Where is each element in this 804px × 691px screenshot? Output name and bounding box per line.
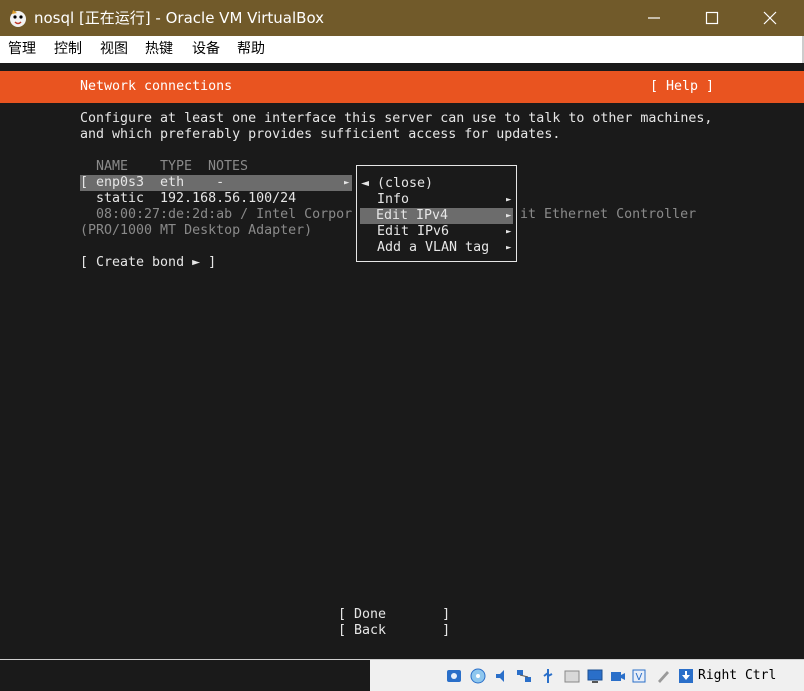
column-header-name: NAME xyxy=(96,159,129,174)
virtualbox-app-icon xyxy=(10,10,26,27)
interface-hardware-info-line2: (PRO/1000 MT Desktop Adapter) xyxy=(80,223,313,238)
interface-hardware-info-tail: it Ethernet Controller xyxy=(520,207,697,222)
close-button[interactable] xyxy=(741,0,799,36)
status-bar: V Right Ctrl xyxy=(0,659,804,691)
menu-devices[interactable]: 设备 xyxy=(192,41,220,58)
display-icon[interactable] xyxy=(586,667,604,685)
close-icon xyxy=(763,11,777,25)
menu-help[interactable]: 帮助 xyxy=(237,41,265,58)
hard-disk-icon[interactable] xyxy=(445,667,463,685)
maximize-button[interactable] xyxy=(683,0,741,36)
menu-view[interactable]: 视图 xyxy=(100,41,128,58)
minimize-button[interactable] xyxy=(625,0,683,36)
help-button[interactable]: [ Help ] xyxy=(650,79,714,95)
submenu-arrow-icon: ► xyxy=(506,195,512,205)
popup-item-edit-ipv4: Edit IPv4 xyxy=(376,208,449,223)
popup-item-edit-ipv6[interactable]: Edit IPv6 xyxy=(377,224,449,240)
shared-folder-icon[interactable] xyxy=(563,667,581,685)
audio-icon[interactable] xyxy=(493,667,511,685)
column-header-notes: NOTES xyxy=(208,159,249,174)
title-bar: nosql [正在运行] - Oracle VM VirtualBox xyxy=(0,0,804,36)
page-title: Network connections xyxy=(80,79,233,94)
popup-item-add-vlan[interactable]: Add a VLAN tag xyxy=(377,240,489,256)
cpu-vtx-icon[interactable]: V xyxy=(630,667,648,685)
intro-text-line2: and which preferably provides sufficient… xyxy=(80,127,561,142)
menu-hotkeys[interactable]: 热键 xyxy=(145,41,173,58)
optical-drive-icon[interactable] xyxy=(469,667,487,685)
status-bar-blank xyxy=(0,660,370,691)
submenu-arrow-icon: ► xyxy=(506,227,512,237)
interface-row-text: [ enp0s3 eth - xyxy=(80,175,225,190)
menu-bar: 管理 控制 视图 热键 设备 帮助 xyxy=(0,36,804,63)
column-header-type: TYPE xyxy=(160,159,193,174)
host-key-label: Right Ctrl xyxy=(698,668,777,683)
video-capture-icon[interactable] xyxy=(609,667,627,685)
interface-row-enp0s3[interactable]: [ enp0s3 eth - ► xyxy=(80,175,352,191)
popup-close-item[interactable]: ◄ (close) xyxy=(361,176,433,192)
menu-control[interactable]: 控制 xyxy=(54,41,82,58)
usb-icon[interactable] xyxy=(539,667,557,685)
interface-hardware-info: 08:00:27:de:2d:ab / Intel Corpor xyxy=(96,207,353,222)
interface-row-arrow-icon: ► xyxy=(344,178,350,188)
done-button[interactable]: [ Done ] xyxy=(338,607,450,623)
maximize-icon xyxy=(705,11,719,25)
vm-screen[interactable]: Network connections [ Help ] Configure a… xyxy=(0,63,804,659)
popup-item-edit-ipv4-highlight[interactable]: Edit IPv4 ► xyxy=(360,208,513,224)
minimize-icon xyxy=(648,17,660,19)
mouse-integration-icon[interactable] xyxy=(654,667,672,685)
back-button[interactable]: [ Back ] xyxy=(338,623,450,639)
submenu-arrow-icon: ► xyxy=(506,243,512,253)
keyboard-capture-icon[interactable] xyxy=(677,667,695,685)
svg-text:V: V xyxy=(636,672,643,683)
menu-machine[interactable]: 管理 xyxy=(8,41,36,58)
interface-actions-menu: ◄ (close) Info ► Edit IPv4 ► Edit IPv6 ►… xyxy=(356,165,517,262)
submenu-arrow-icon: ► xyxy=(506,211,512,221)
create-bond-button[interactable]: [ Create bond ► ] xyxy=(80,255,216,271)
intro-text-line1: Configure at least one interface this se… xyxy=(80,111,713,126)
popup-item-info[interactable]: Info xyxy=(377,192,409,208)
interface-static-address: static 192.168.56.100/24 xyxy=(96,191,297,206)
installer-header: Network connections [ Help ] xyxy=(0,71,804,103)
network-icon[interactable] xyxy=(515,667,533,685)
window-title: nosql [正在运行] - Oracle VM VirtualBox xyxy=(34,9,325,27)
